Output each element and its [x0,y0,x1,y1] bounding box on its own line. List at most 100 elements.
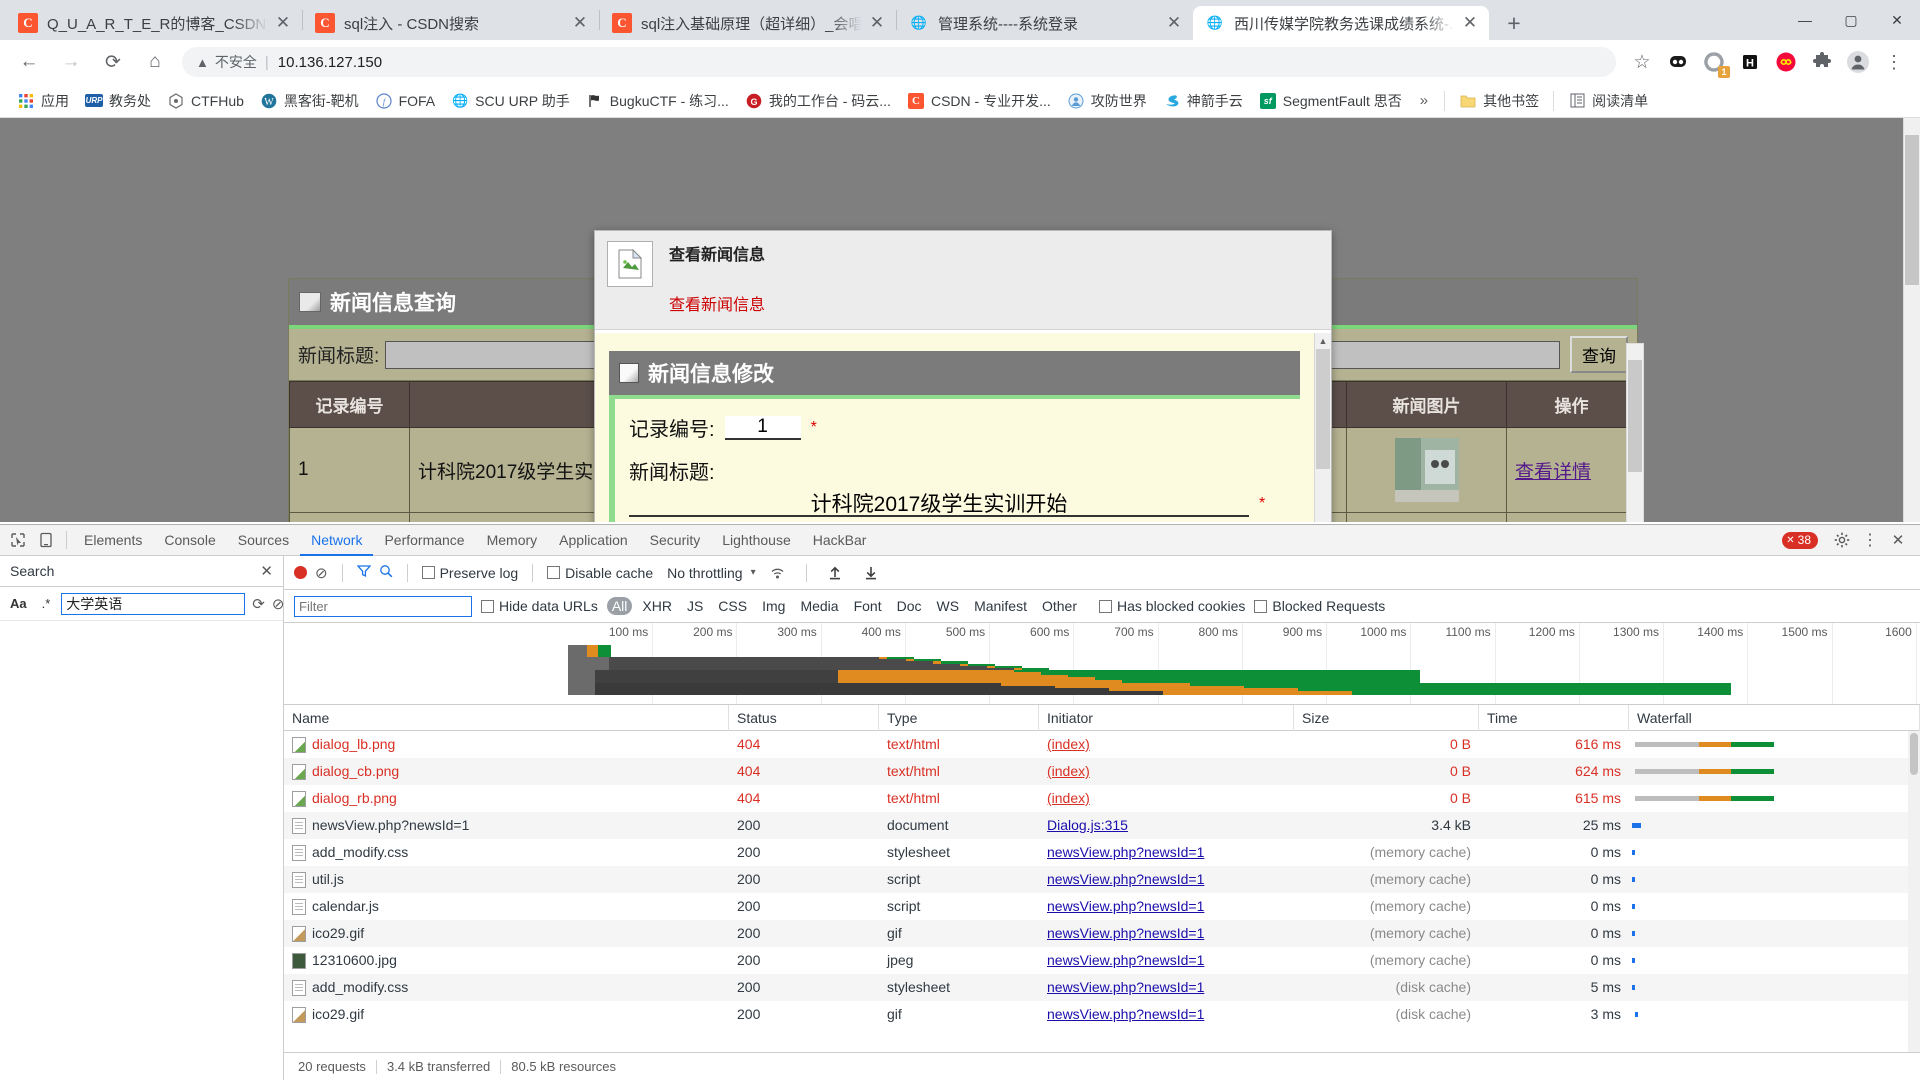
filter-type-manifest[interactable]: Manifest [969,597,1032,615]
request-name-cell[interactable]: ico29.gif [284,1001,729,1028]
dialog-scroll-up-arrow[interactable]: ▲ [1315,333,1331,349]
request-initiator[interactable]: newsView.php?newsId=1 [1039,920,1294,947]
search-drawer-close-icon[interactable]: ✕ [260,562,273,580]
news-search-button[interactable]: 查询 [1570,336,1628,373]
bookmark-3[interactable]: CTFHub [159,89,252,113]
regex-toggle[interactable]: .* [38,596,55,611]
filter-type-other[interactable]: Other [1037,597,1082,615]
tab-close-button[interactable]: ✕ [1163,12,1185,34]
tab-close-button[interactable]: ✕ [1459,12,1481,34]
initiator-link[interactable]: newsView.php?newsId=1 [1047,871,1204,887]
request-row[interactable]: ico29.gif 200 gif newsView.php?newsId=1 (dis… [284,1001,1920,1028]
network-filter-input[interactable] [294,595,472,617]
initiator-link[interactable]: newsView.php?newsId=1 [1047,979,1204,995]
pocket-icon[interactable] [1663,47,1693,77]
initiator-link[interactable]: Dialog.js:315 [1047,817,1128,833]
throttling-select[interactable]: No throttling [667,565,742,581]
request-initiator[interactable]: (index) [1039,758,1294,785]
filter-type-xhr[interactable]: XHR [637,597,677,615]
filter-type-ws[interactable]: WS [932,597,965,615]
infinity-extension-icon[interactable] [1771,47,1801,77]
column-header-type[interactable]: Type [879,704,1039,731]
browser-tab-5[interactable]: 🌐 西川传媒学院教务选课成绩系统-... ✕ [1193,6,1489,40]
preserve-log-checkbox[interactable]: Preserve log [421,565,518,581]
inner-frame-scrollbar[interactable] [1626,343,1644,522]
search-input[interactable] [61,592,246,615]
home-button[interactable]: ⌂ [138,45,172,79]
kebab-menu-icon[interactable]: ⋮ [1856,527,1884,553]
request-row[interactable]: newsView.php?newsId=1 200 document Dialog.j… [284,812,1920,839]
back-button[interactable]: ← [12,45,46,79]
blocked-requests-checkbox[interactable]: Blocked Requests [1254,598,1385,614]
filter-type-all[interactable]: All [606,597,633,615]
initiator-link[interactable]: (index) [1047,736,1090,752]
filter-type-font[interactable]: Font [849,597,887,615]
forward-button[interactable]: → [54,45,88,79]
page-scroll-thumb[interactable] [1905,135,1919,285]
request-row[interactable]: add_modify.css 200 stylesheet newsView.php?… [284,839,1920,866]
request-initiator[interactable]: (index) [1039,731,1294,758]
chevron-down-icon[interactable]: ▾ [751,567,756,578]
devtools-tab-security[interactable]: Security [639,525,712,556]
hide-data-urls-checkbox[interactable]: Hide data URLs [481,598,598,614]
bookmark-star-icon[interactable]: ☆ [1627,47,1657,77]
bookmark-6[interactable]: 🌐 SCU URP 助手 [443,88,578,114]
maximize-button[interactable]: ▢ [1828,0,1874,40]
network-conditions-icon[interactable] [764,560,792,586]
devtools-tab-elements[interactable]: Elements [73,525,153,556]
request-name-cell[interactable]: calendar.js [284,893,729,920]
shield-extension-icon[interactable]: 1 [1699,47,1730,78]
initiator-link[interactable]: (index) [1047,790,1090,806]
hide-data-urls-box[interactable] [481,599,494,613]
devtools-tab-application[interactable]: Application [548,525,639,556]
initiator-link[interactable]: (index) [1047,763,1090,779]
minimize-button[interactable]: — [1782,0,1828,40]
search-icon[interactable] [379,564,393,581]
bookmark-1[interactable]: 应用 [9,88,77,114]
request-initiator[interactable]: (index) [1039,785,1294,812]
reading-list-button[interactable]: 阅读清单 [1560,88,1656,114]
profile-avatar-icon[interactable] [1843,47,1873,77]
browser-tab-2[interactable]: Csql注入 - CSDN搜索 ✕ [303,6,599,40]
request-name-cell[interactable]: newsView.php?newsId=1 [284,812,729,839]
bookmark-10[interactable]: 攻防世界 [1059,88,1155,114]
reload-button[interactable]: ⟳ [96,45,130,79]
has-blocked-cookies-box[interactable] [1099,599,1112,613]
bookmarks-overflow-button[interactable]: » [1410,92,1438,109]
request-row[interactable]: 12310600.jpg 200 jpeg newsView.php?newsId=1… [284,947,1920,974]
other-bookmarks-folder[interactable]: 其他书签 [1451,88,1547,114]
browser-tab-4[interactable]: 🌐 管理系统----系统登录 ✕ [897,6,1193,40]
tab-close-button[interactable]: ✕ [866,12,888,34]
column-header-name[interactable]: Name [284,704,729,731]
devtools-tab-performance[interactable]: Performance [373,525,475,556]
disable-cache-box[interactable] [547,566,561,579]
request-row[interactable]: dialog_cb.png 404 text/html (index) 0 B 624 m… [284,758,1920,785]
tab-close-button[interactable]: ✕ [569,12,591,34]
network-overview-timeline[interactable]: 100 ms 200 ms 300 ms 400 ms 500 ms 600 ms 700 … [284,623,1920,705]
devtools-tab-console[interactable]: Console [153,525,226,556]
browser-tab-3[interactable]: Csql注入基础原理（超详细）_会唱... ✕ [600,6,896,40]
request-row[interactable]: ico29.gif 200 gif newsView.php?newsId=1 (mem… [284,920,1920,947]
request-row[interactable]: util.js 200 script newsView.php?newsId=1 (me… [284,866,1920,893]
refresh-icon[interactable]: ⟳ [252,595,265,613]
request-initiator[interactable]: newsView.php?newsId=1 [1039,974,1294,1001]
request-name-cell[interactable]: util.js [284,866,729,893]
devtools-tab-lighthouse[interactable]: Lighthouse [711,525,802,556]
devtools-close-icon[interactable]: ✕ [1884,527,1912,553]
close-window-button[interactable]: ✕ [1874,0,1920,40]
disable-cache-checkbox[interactable]: Disable cache [547,565,653,581]
record-stop-icon[interactable] [294,566,307,579]
devtools-tab-sources[interactable]: Sources [227,525,300,556]
filter-type-media[interactable]: Media [795,597,843,615]
new-tab-button[interactable]: + [1497,6,1531,40]
request-initiator[interactable]: newsView.php?newsId=1 [1039,893,1294,920]
match-case-toggle[interactable]: Aa [6,596,31,611]
filter-type-css[interactable]: CSS [713,597,752,615]
clear-icon[interactable]: ⊘ [272,595,285,613]
devtools-tab-memory[interactable]: Memory [476,525,549,556]
chrome-menu-icon[interactable]: ⋮ [1879,47,1909,77]
security-label[interactable]: 不安全 [215,52,257,72]
request-initiator[interactable]: newsView.php?newsId=1 [1039,839,1294,866]
column-header-waterfall[interactable]: Waterfall [1629,704,1920,731]
request-row[interactable]: dialog_rb.png 404 text/html (index) 0 B 615 m… [284,785,1920,812]
